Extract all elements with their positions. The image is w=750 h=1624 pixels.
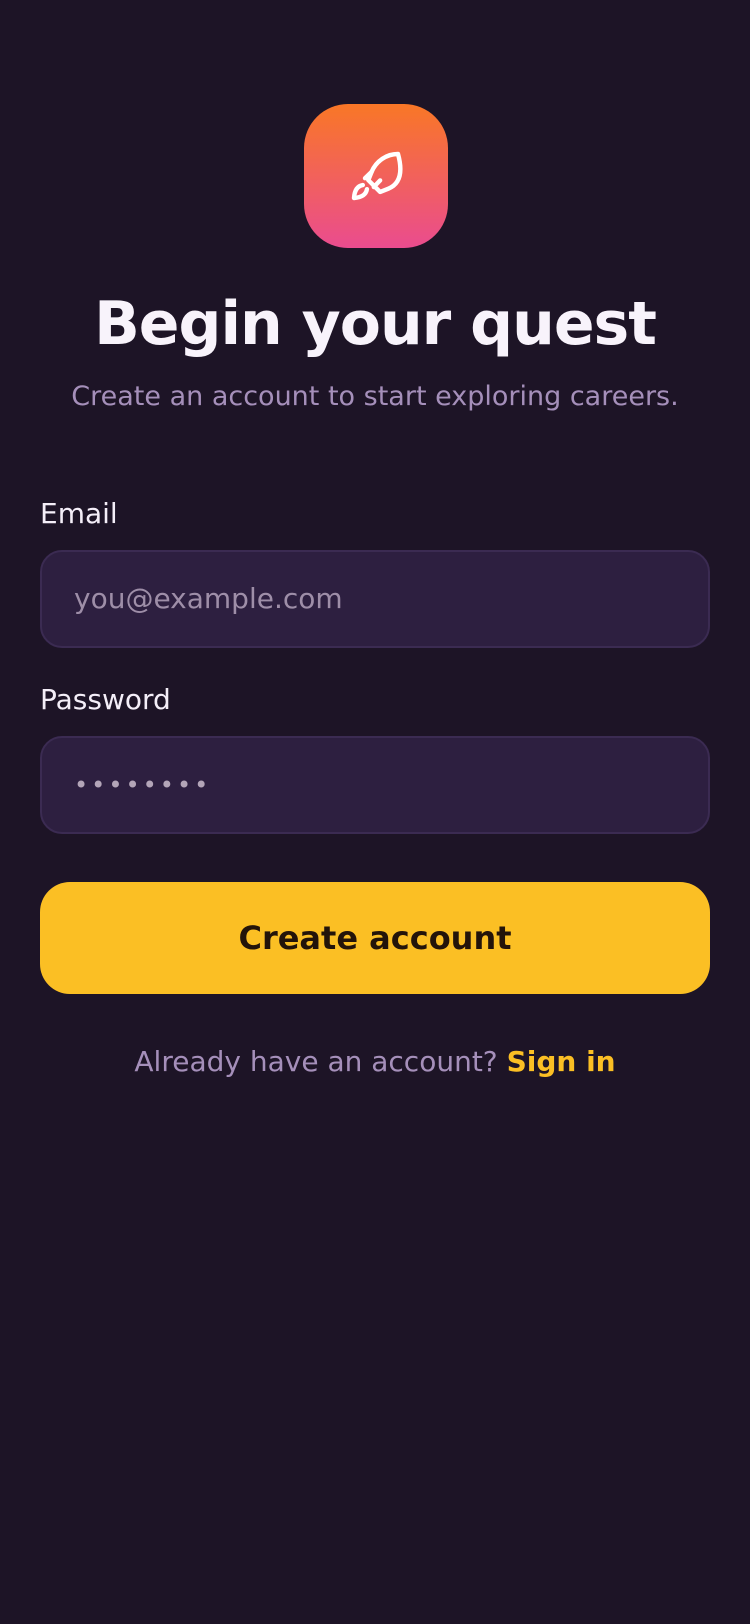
app-logo <box>304 104 448 248</box>
email-placeholder: you@example.com <box>74 582 343 615</box>
sign-in-link[interactable]: Sign in <box>507 1045 616 1078</box>
email-field[interactable]: you@example.com <box>40 550 710 648</box>
signin-prompt-row: Already have an account? Sign in <box>0 1042 750 1082</box>
password-masked-value: •••••••• <box>74 771 212 799</box>
page-title: Begin your quest <box>94 289 657 359</box>
signin-prompt: Already have an account? <box>134 1045 498 1078</box>
password-field[interactable]: •••••••• <box>40 736 710 834</box>
email-label: Email <box>40 497 118 530</box>
page-subtitle: Create an account to start exploring car… <box>71 381 679 412</box>
signup-screen: Begin your quest Create an account to st… <box>0 0 750 1624</box>
rocket-icon <box>351 151 403 201</box>
password-label: Password <box>40 683 171 716</box>
create-account-button[interactable]: Create account <box>40 882 710 994</box>
